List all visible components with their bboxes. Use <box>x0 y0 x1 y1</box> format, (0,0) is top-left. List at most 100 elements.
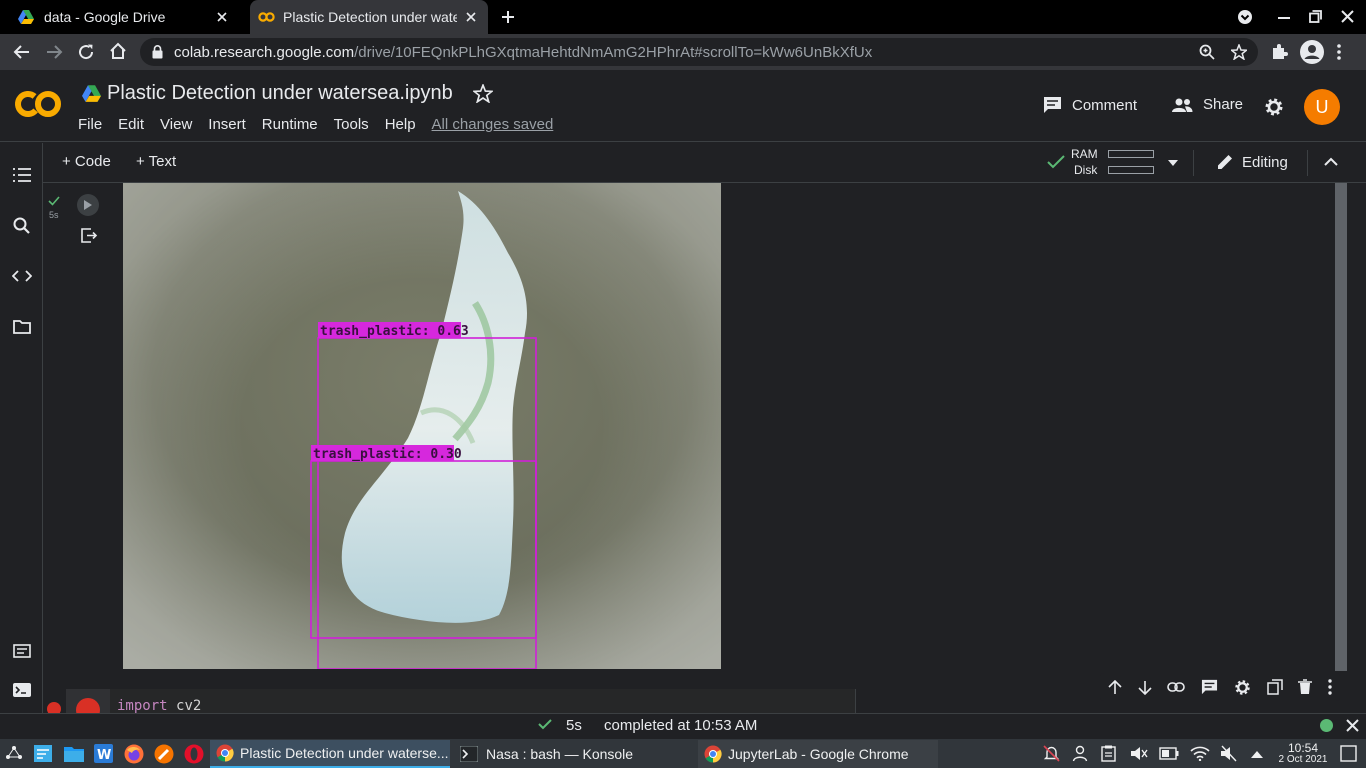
home-icon[interactable] <box>109 42 127 60</box>
detection-output-image: trash_plastic: 0.63 trash_plastic: 0.30 <box>123 183 721 669</box>
ram-usage-meter[interactable] <box>1108 150 1154 158</box>
browser-menu-icon[interactable] <box>1337 43 1341 61</box>
star-icon[interactable] <box>473 84 493 103</box>
forward-icon[interactable] <box>45 43 63 61</box>
menu-insert[interactable]: Insert <box>208 116 246 133</box>
ram-label: RAM <box>1071 147 1098 161</box>
kernel-status-dot <box>1320 719 1333 732</box>
close-status-icon[interactable] <box>1346 719 1359 732</box>
minimize-window-icon[interactable] <box>1278 17 1290 19</box>
terminal-icon <box>460 746 478 762</box>
move-cell-up-icon[interactable] <box>1108 679 1122 695</box>
add-text-button[interactable]: + Text <box>136 153 176 170</box>
search-icon[interactable] <box>13 217 30 234</box>
play-icon <box>84 200 92 210</box>
new-tab-icon[interactable] <box>500 9 516 25</box>
status-duration: 5s <box>566 717 582 734</box>
more-actions-icon[interactable] <box>1328 679 1332 695</box>
office-writer-icon[interactable]: W <box>94 744 113 763</box>
comment-icon <box>1043 96 1062 114</box>
table-of-contents-icon[interactable] <box>13 168 31 182</box>
delete-cell-icon[interactable] <box>1298 679 1313 695</box>
settings-gear-icon[interactable] <box>1264 97 1284 117</box>
output-scrollbar[interactable] <box>1335 183 1347 671</box>
comment-button[interactable]: Comment <box>1043 96 1137 114</box>
menu-view[interactable]: View <box>160 116 192 133</box>
clear-output-icon[interactable] <box>81 228 98 243</box>
tab-search-icon[interactable] <box>1237 9 1253 25</box>
profile-icon[interactable] <box>1300 40 1324 64</box>
user-switch-icon[interactable] <box>1072 745 1088 762</box>
system-clock[interactable]: 10:54 2 Oct 2021 <box>1277 742 1329 766</box>
disk-usage-meter[interactable] <box>1108 166 1154 174</box>
save-status-link[interactable]: All changes saved <box>432 116 554 133</box>
collapse-header-chevron-icon[interactable] <box>1324 157 1338 166</box>
pencil-icon <box>1216 153 1234 171</box>
reload-icon[interactable] <box>77 43 95 61</box>
status-message: completed at 10:53 AM <box>604 717 758 734</box>
file-manager-icon[interactable] <box>64 745 84 762</box>
editing-mode-button[interactable]: Editing <box>1216 153 1288 171</box>
close-tab-icon[interactable] <box>463 9 479 25</box>
address-bar[interactable]: colab.research.google.com/drive/10FEQnkP… <box>140 38 1258 66</box>
opera-icon[interactable] <box>184 744 204 764</box>
run-cell-button[interactable] <box>77 194 99 216</box>
zoom-icon[interactable] <box>1199 44 1215 60</box>
mirror-cell-icon[interactable] <box>1266 679 1283 695</box>
add-code-button[interactable]: + Code <box>62 153 111 170</box>
detection-label-1: trash_plastic: 0.63 <box>320 324 469 339</box>
close-window-icon[interactable] <box>1341 10 1354 23</box>
add-comment-icon[interactable] <box>1201 679 1218 695</box>
menu-help[interactable]: Help <box>385 116 416 133</box>
code-module: cv2 <box>176 698 202 714</box>
wifi-icon[interactable] <box>1190 745 1210 761</box>
share-button[interactable]: Share <box>1171 96 1243 113</box>
taskbar-window-konsole[interactable]: Nasa : bash — Konsole <box>454 740 694 768</box>
colab-logo[interactable]: CO <box>14 88 62 120</box>
move-cell-down-icon[interactable] <box>1138 680 1152 695</box>
battery-icon[interactable] <box>1159 747 1179 760</box>
code-snippets-icon[interactable] <box>12 270 32 282</box>
resources-dropdown-icon[interactable] <box>1168 160 1178 166</box>
desktop-pager-icon[interactable] <box>34 745 52 762</box>
menu-edit[interactable]: Edit <box>118 116 144 133</box>
avatar[interactable]: U <box>1304 89 1340 125</box>
menu-tools[interactable]: Tools <box>334 116 369 133</box>
tab-title: data - Google Drive <box>44 9 166 25</box>
application-launcher-icon[interactable] <box>5 745 23 763</box>
next-code-cell[interactable] <box>110 689 856 713</box>
show-desktop-icon[interactable] <box>1340 745 1357 762</box>
menu-file[interactable]: File <box>78 116 102 133</box>
chrome-icon <box>216 744 234 762</box>
google-drive-icon <box>82 85 101 102</box>
kate-editor-icon[interactable] <box>154 744 174 764</box>
clipboard-icon[interactable] <box>1101 745 1116 762</box>
taskbar-window-title: Nasa : bash — Konsole <box>486 746 634 762</box>
share-label: Share <box>1203 96 1244 113</box>
tab-google-drive[interactable]: data - Google Drive <box>10 0 250 34</box>
clock-time: 10:54 <box>1287 741 1319 755</box>
command-palette-icon[interactable] <box>13 644 31 658</box>
audio-output-muted-icon[interactable] <box>1220 745 1238 762</box>
taskbar-window-jupyterlab[interactable]: JupyterLab - Google Chrome <box>698 740 938 768</box>
notebook-title[interactable]: Plastic Detection under watersea.ipynb <box>107 82 453 105</box>
tray-expand-icon[interactable] <box>1251 750 1263 758</box>
back-icon[interactable] <box>13 43 31 61</box>
bookmark-star-icon[interactable] <box>1231 44 1247 60</box>
terminal-icon[interactable] <box>13 683 31 697</box>
status-check-icon <box>538 719 552 730</box>
tab-colab-notebook[interactable]: Plastic Detection under water <box>250 0 488 34</box>
firefox-icon[interactable] <box>124 744 144 764</box>
taskbar-window-colab[interactable]: Plastic Detection under waterse... <box>210 740 450 768</box>
link-to-cell-icon[interactable] <box>1167 682 1186 692</box>
notifications-muted-icon[interactable] <box>1043 745 1060 762</box>
extensions-icon[interactable] <box>1271 43 1288 60</box>
taskbar-window-title: JupyterLab - Google Chrome <box>728 746 909 762</box>
menu-runtime[interactable]: Runtime <box>262 116 318 133</box>
toolbar-divider <box>1193 150 1194 176</box>
restore-window-icon[interactable] <box>1309 10 1322 23</box>
files-folder-icon[interactable] <box>13 320 31 334</box>
volume-muted-icon[interactable] <box>1130 745 1148 762</box>
cell-settings-icon[interactable] <box>1234 679 1251 696</box>
close-tab-icon[interactable] <box>214 9 230 25</box>
